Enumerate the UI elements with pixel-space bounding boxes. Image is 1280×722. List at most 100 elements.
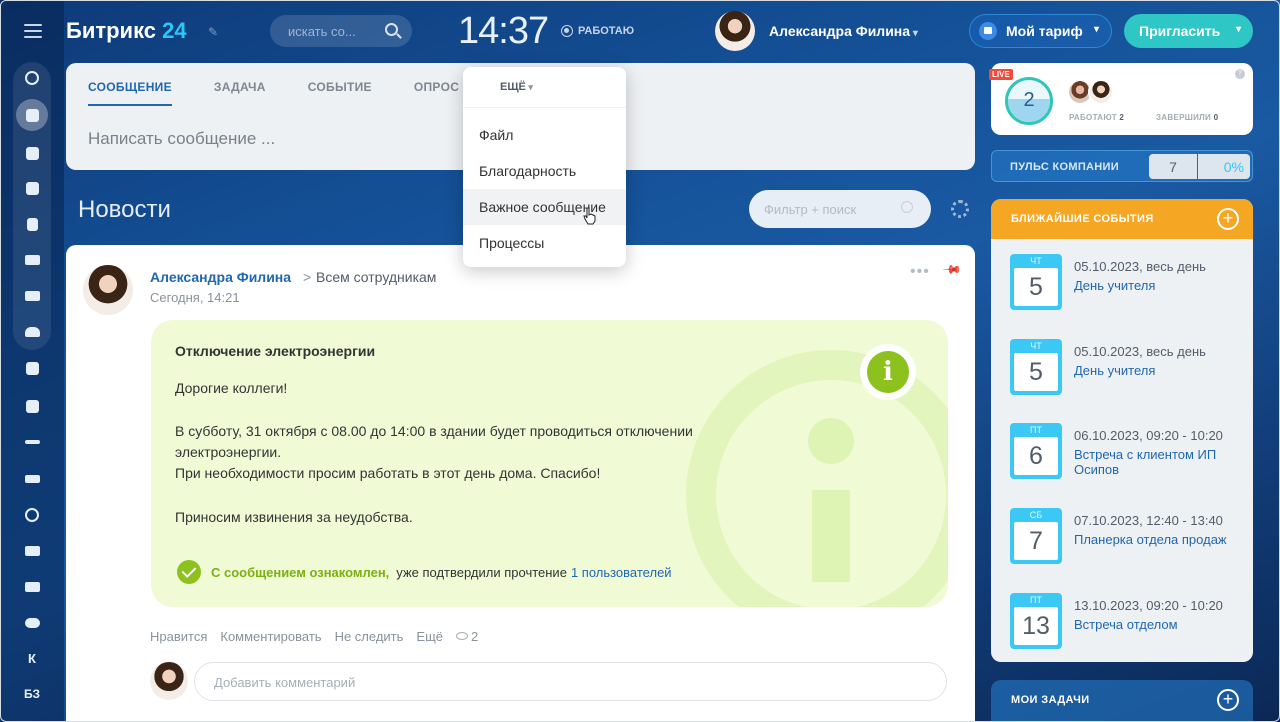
target-icon[interactable]: [22, 505, 42, 525]
event-day: 7: [1014, 522, 1058, 560]
event-item[interactable]: ПТ 13 13.10.2023, 09:20 - 10:20 Встреча о…: [1010, 593, 1240, 653]
message-body-1: В субботу, 31 октября с 08.00 до 14:00 в…: [175, 423, 693, 460]
feed-post: Александра Филина > Всем сотрудникам Сег…: [66, 245, 975, 722]
more-link[interactable]: Ещё: [416, 629, 443, 644]
contact-card-icon[interactable]: [22, 577, 42, 597]
pin-icon[interactable]: 📌: [942, 260, 962, 280]
post-recipients[interactable]: Всем сотрудникам: [316, 269, 436, 285]
unfollow-link[interactable]: Не следить: [335, 629, 404, 644]
online-ring: 2: [1005, 77, 1053, 125]
user-avatar[interactable]: [715, 11, 755, 51]
help-icon[interactable]: ?: [1235, 69, 1245, 79]
gear-arrows-icon[interactable]: [22, 68, 42, 88]
logo-number: 24: [162, 18, 187, 43]
event-name[interactable]: День учителя: [1074, 278, 1242, 293]
tab-message[interactable]: СООБЩЕНИЕ: [88, 80, 172, 106]
gear-icon[interactable]: [951, 200, 969, 218]
event-name[interactable]: Планерка отдела продаж: [1074, 532, 1242, 547]
event-name[interactable]: Встреча отделом: [1074, 617, 1242, 632]
important-message: i Отключение электроэнергии Дорогие колл…: [151, 320, 948, 607]
event-name[interactable]: День учителя: [1074, 363, 1242, 378]
event-name[interactable]: Встреча с клиентом ИП Осипов: [1074, 447, 1242, 477]
sidebar-item-k[interactable]: К: [22, 648, 42, 668]
filter-search-input[interactable]: Фильтр + поиск: [749, 190, 931, 228]
search-input[interactable]: искать со...: [270, 15, 412, 47]
clock[interactable]: 14:37: [458, 10, 549, 53]
working-count: 2: [1119, 113, 1125, 122]
message-greeting: Дорогие коллеги!: [175, 380, 288, 396]
edit-logo-icon[interactable]: ✎: [208, 25, 220, 39]
work-status[interactable]: РАБОТАЮ: [561, 25, 634, 37]
my-tariff-button[interactable]: Мой тариф: [969, 14, 1112, 48]
mail-icon[interactable]: [22, 286, 42, 306]
eye-icon: [456, 632, 469, 640]
info-icon: i: [860, 344, 916, 400]
post-author[interactable]: Александра Филина: [150, 269, 291, 285]
my-tasks-widget: МОИ ЗАДАЧИ +: [991, 680, 1253, 722]
author-avatar[interactable]: [83, 265, 133, 315]
calendar-icon[interactable]: [22, 178, 42, 198]
online-widget[interactable]: LIVE 2 РАБОТАЮТ 2 ЗАВЕРШИЛИ 0 ?: [989, 63, 1253, 135]
event-day: 5: [1014, 268, 1058, 306]
event-item[interactable]: ПТ 6 06.10.2023, 09:20 - 10:20 Встреча с …: [1010, 423, 1240, 483]
user-name[interactable]: Александра Филина: [769, 23, 918, 39]
robot-icon[interactable]: [22, 613, 42, 633]
app-logo[interactable]: Битрикс 24: [66, 18, 187, 44]
event-when: 05.10.2023, весь день: [1074, 344, 1206, 359]
events-title[interactable]: БЛИЖАЙШИЕ СОБЫТИЯ: [1011, 213, 1154, 225]
calendar-date-icon: СБ 7: [1010, 508, 1062, 564]
team-icon[interactable]: [22, 322, 42, 342]
tab-task[interactable]: ЗАДАЧА: [214, 80, 266, 106]
feed-icon[interactable]: [16, 99, 48, 131]
document-icon[interactable]: [22, 214, 42, 234]
tab-poll[interactable]: ОПРОС: [414, 80, 459, 106]
views-counter[interactable]: 2: [456, 629, 478, 644]
cart-icon[interactable]: [22, 541, 42, 561]
ack-users-link[interactable]: 1 пользователей: [571, 565, 672, 580]
sidebar-item-kb[interactable]: БЗ: [22, 684, 42, 704]
like-link[interactable]: Нравится: [150, 629, 207, 644]
read-confirmation: С сообщением ознакомлен, уже подтвердили…: [177, 560, 672, 584]
menu-item-thanks[interactable]: Благодарность: [463, 153, 626, 189]
more-dots-icon[interactable]: •••: [910, 263, 930, 281]
post-date[interactable]: Сегодня, 14:21: [150, 290, 240, 305]
event-weekday: ПТ: [1030, 425, 1042, 435]
menu-item-processes[interactable]: Процессы: [463, 225, 626, 261]
box-icon[interactable]: [22, 396, 42, 416]
ack-label[interactable]: С сообщением ознакомлен,: [211, 565, 389, 580]
menu-item-file[interactable]: Файл: [463, 117, 626, 153]
event-when: 05.10.2023, весь день: [1074, 259, 1206, 274]
calendar-date-icon: ПТ 13: [1010, 593, 1062, 649]
comment-input[interactable]: Добавить комментарий: [194, 662, 947, 701]
tasks-title[interactable]: МОИ ЗАДАЧИ: [1011, 694, 1090, 706]
drive-icon[interactable]: [22, 250, 42, 270]
invite-button[interactable]: Пригласить: [1124, 14, 1253, 48]
finished-stat: ЗАВЕРШИЛИ 0: [1156, 113, 1218, 122]
event-item[interactable]: СБ 7 07.10.2023, 12:40 - 13:40 Планерка о…: [1010, 508, 1240, 568]
signature-icon[interactable]: [22, 432, 42, 452]
chat-icon[interactable]: [22, 143, 42, 163]
menu-burger-icon[interactable]: [24, 24, 42, 38]
finished-count: 0: [1213, 113, 1219, 122]
menu-item-important[interactable]: Важное сообщение: [463, 189, 626, 225]
pulse-value: 7: [1149, 154, 1197, 179]
event-item[interactable]: ЧТ 5 05.10.2023, весь день День учителя: [1010, 339, 1240, 399]
funnel-icon[interactable]: [22, 469, 42, 489]
hand-cursor-icon: [583, 207, 596, 225]
add-task-icon[interactable]: +: [1217, 689, 1239, 711]
checkmark-icon[interactable]: [177, 560, 201, 584]
working-stat: РАБОТАЮТ 2: [1069, 113, 1124, 122]
tab-more[interactable]: ЕЩЁ: [500, 81, 533, 93]
event-item[interactable]: ЧТ 5 05.10.2023, весь день День учителя: [1010, 254, 1240, 314]
filter-placeholder: Фильтр + поиск: [764, 202, 857, 217]
tasks-icon[interactable]: [22, 358, 42, 378]
add-event-icon[interactable]: +: [1217, 208, 1239, 230]
tab-event[interactable]: СОБЫТИЕ: [308, 80, 372, 106]
avatar[interactable]: [1088, 79, 1114, 105]
comment-link[interactable]: Комментировать: [220, 629, 321, 644]
record-icon: [561, 25, 573, 37]
company-pulse[interactable]: ПУЛЬС КОМПАНИИ 7 0%: [991, 150, 1253, 182]
message-body-2: При необходимости просим работать в этот…: [175, 465, 601, 481]
search-icon: [385, 23, 398, 36]
message-input[interactable]: Написать сообщение ...: [88, 129, 275, 149]
